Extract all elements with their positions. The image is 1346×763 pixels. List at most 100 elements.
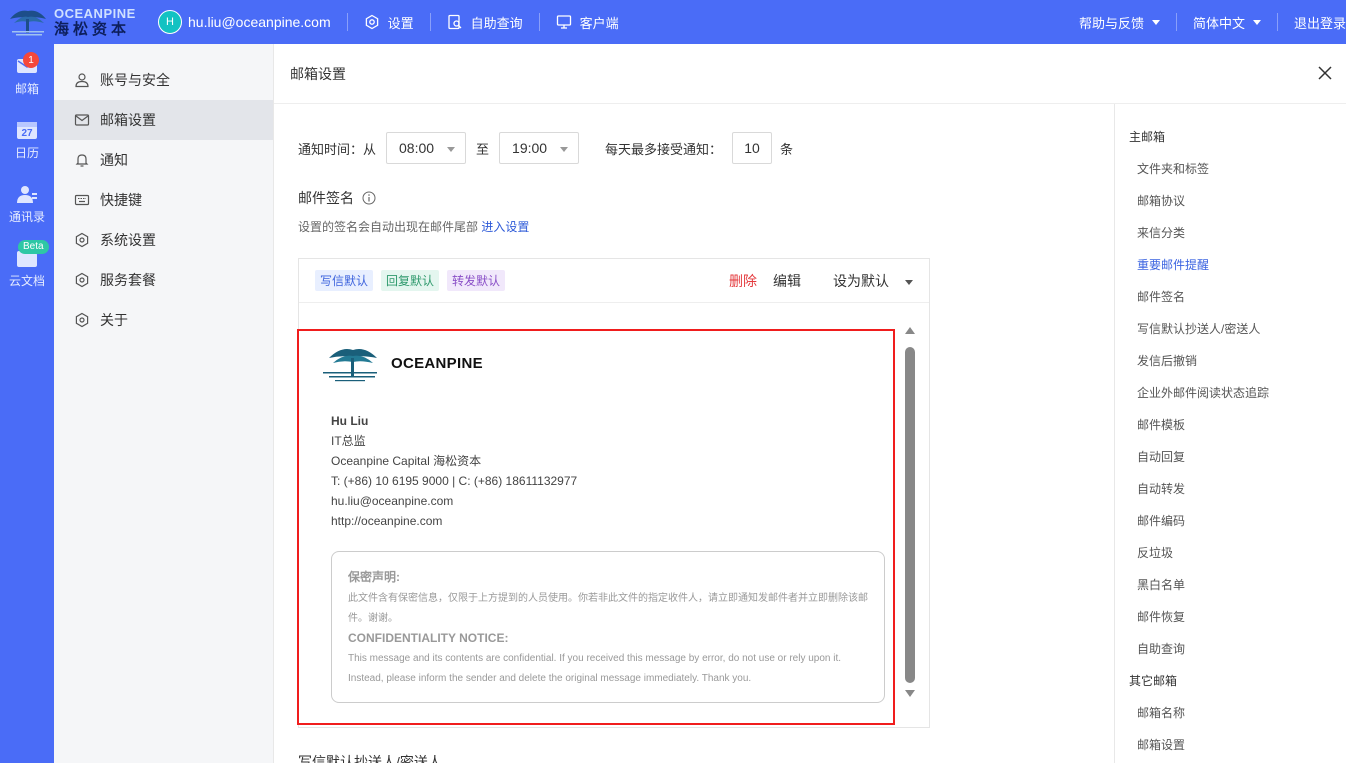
anchor-group-main: 主邮箱 [1129,129,1166,144]
anchor-item[interactable]: 邮箱协议 [1115,184,1346,216]
client-link[interactable]: 客户端 [556,13,619,32]
signature-hint: 设置的签名会自动出现在邮件尾部 进入设置 [298,218,938,235]
notify-to-label: 至 [476,141,490,157]
nav-item-about[interactable]: 关于 [54,300,273,340]
signature-hint-text: 设置的签名会自动出现在邮件尾部 [298,220,479,234]
help-feedback-label: 帮助与反馈 [1078,15,1144,31]
language-menu[interactable]: 简体中文 [1193,13,1261,32]
search-doc-icon [448,14,462,30]
self-query-link[interactable]: 自助查询 [447,13,523,32]
enter-settings-link[interactable]: 进入设置 [481,220,529,234]
signature-card: 写信默认 回复默认 转发默认 删除 编辑 设为默认 OCEANPINE Hu L… [297,258,930,728]
logout-label: 退出登录 [1293,15,1346,31]
anchor-item[interactable]: 自动转发 [1115,472,1346,504]
help-feedback-menu[interactable]: 帮助与反馈 [1079,13,1160,32]
anchor-item[interactable]: 企业外邮件阅读状态追踪 [1115,376,1346,408]
signature-name: Hu Liu [331,414,369,428]
anchor-item[interactable]: 邮件模板 [1115,408,1346,440]
rail-label-cloud-docs: 云文档 [8,273,45,288]
notify-from-value: 08:00 [399,140,435,156]
tag-reply-default: 回复默认 [381,270,440,291]
anchor-item[interactable]: 邮件签名 [1115,280,1346,312]
rail-item-mail[interactable]: 1 邮箱 [0,44,54,108]
confidentiality-notice: 保密声明: 此文件含有保密信息，仅限于上方提到的人员使用。你若非此文件的指定收件… [331,551,885,703]
scroll-thumb[interactable] [905,347,915,683]
anchor-item-active[interactable]: 重要邮件提醒 [1115,248,1346,280]
anchor-item[interactable]: 反垃圾 [1115,536,1346,568]
nav-label: 服务套餐 [100,272,156,288]
anchor-item[interactable]: 文件夹和标签 [1115,152,1346,184]
nav-item-shortcuts[interactable]: 快捷键 [54,180,273,220]
anchor-item[interactable]: 邮箱设置 [1115,728,1346,760]
divider [1276,13,1278,31]
anchor-item[interactable]: 邮件恢复 [1115,600,1346,632]
edit-button[interactable]: 编辑 [773,271,801,291]
mail-icon [74,114,90,126]
confidentiality-title-cn: 保密声明: [348,570,400,584]
nav-item-service-plan[interactable]: 服务套餐 [54,260,273,300]
anchor-item[interactable]: 自助查询 [1115,632,1346,664]
anchor-group-other: 其它邮箱 [1129,673,1178,688]
chevron-down-icon [1151,19,1160,25]
self-query-label: 自助查询 [470,15,523,31]
anchor-item[interactable]: 邮箱名称 [1115,696,1346,728]
notify-to-select[interactable]: 19:00 [499,132,580,164]
nav-item-notifications[interactable]: 通知 [54,140,273,180]
company-logo[interactable]: OCEANPINE 海松资本 [0,0,150,44]
nav-item-mail-settings[interactable]: 邮箱设置 [54,100,273,140]
keyboard-icon [74,194,90,206]
settings-link[interactable]: 设置 [364,13,414,32]
gear-icon [75,272,89,288]
daily-limit-input[interactable]: 10 [732,132,773,164]
signature-preview: OCEANPINE Hu Liu IT总监 Oceanpine Capital … [323,341,891,703]
set-default-dropdown[interactable]: 设为默认 [817,271,913,291]
nav-item-account-security[interactable]: 账号与安全 [54,60,273,100]
notify-from-select[interactable]: 08:00 [386,132,467,164]
anchor-item[interactable]: 写信默认抄送人/密送人 [1115,312,1346,344]
anchor-item[interactable]: 黑白名单 [1115,568,1346,600]
signature-line: IT总监 [331,434,366,448]
close-icon[interactable] [1316,64,1334,82]
monitor-icon [556,15,571,29]
settings-label: 设置 [387,15,414,31]
client-label: 客户端 [579,15,619,31]
tag-compose-default: 写信默认 [315,270,374,291]
preview-scrollbar[interactable] [903,327,917,707]
logo-text-cn: 海松资本 [54,21,131,38]
user-account[interactable]: H hu.liu@oceanpine.com [158,10,331,34]
daily-limit-label: 每天最多接受通知： [605,141,723,157]
scroll-down-icon[interactable] [905,690,915,697]
scroll-up-icon[interactable] [905,327,915,334]
nav-label: 关于 [100,312,128,328]
signature-logo: OCEANPINE [319,341,891,385]
anchor-item[interactable]: 自动回复 [1115,440,1346,472]
notify-from-label: 通知时间：从 [298,141,377,157]
avatar[interactable]: H [158,10,182,34]
rail-item-calendar[interactable]: 27 日历 [0,108,54,172]
anchor-item[interactable]: 来信分类 [1115,216,1346,248]
chevron-down-icon [560,147,569,152]
nav-label: 系统设置 [100,232,156,248]
logout-button[interactable]: 退出登录 [1294,13,1346,32]
chevron-down-icon [1252,19,1261,25]
confidentiality-text-cn: 此文件含有保密信息，仅限于上方提到的人员使用。你若非此文件的指定收件人，请立即通… [348,593,868,624]
user-email[interactable]: hu.liu@oceanpine.com [188,14,331,30]
tag-forward-default: 转发默认 [447,270,506,291]
delete-button[interactable]: 删除 [729,271,757,291]
anchor-item[interactable]: 发信后撤销 [1115,344,1346,376]
user-icon [75,73,89,88]
nav-item-system-settings[interactable]: 系统设置 [54,220,273,260]
language-label: 简体中文 [1192,15,1245,31]
settings-content: 通知时间：从 08:00 至 19:00 每天最多接受通知： 10 条 邮件签名… [298,132,938,235]
divider [429,13,431,31]
anchor-list: 主邮箱 文件夹和标签 邮箱协议 来信分类 重要邮件提醒 邮件签名 写信默认抄送人… [1114,104,1346,763]
notify-to-value: 19:00 [512,140,548,156]
rail-label-calendar: 日历 [14,145,39,160]
anchor-item[interactable]: 邮件编码 [1115,504,1346,536]
info-icon[interactable] [362,191,376,205]
contacts-icon [17,185,37,203]
signature-line: hu.liu@oceanpine.com [331,494,454,508]
rail-item-contacts[interactable]: 通讯录 [0,172,54,236]
rail-item-cloud-docs[interactable]: Beta 云文档 [0,236,54,300]
calendar-date: 27 [21,128,33,139]
